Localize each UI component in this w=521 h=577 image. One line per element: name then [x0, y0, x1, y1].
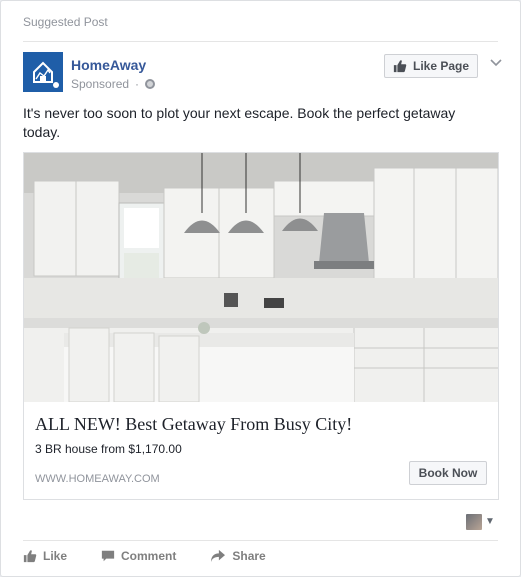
post-card: Suggested Post HomeAway Sponsored · Like…	[0, 0, 521, 577]
share-action[interactable]: Share	[210, 547, 266, 565]
ad-headline[interactable]: ALL NEW! Best Getaway From Busy City!	[35, 414, 352, 435]
like-action[interactable]: Like	[23, 547, 67, 565]
viewer-avatar-caret-icon[interactable]: ▼	[485, 516, 495, 527]
ad-kitchen-image[interactable]	[24, 153, 498, 402]
share-action-label: Share	[232, 549, 266, 563]
suggested-post-label: Suggested Post	[23, 15, 108, 29]
page-name-link[interactable]: HomeAway	[71, 57, 146, 73]
ad-attachment[interactable]: ALL NEW! Best Getaway From Busy City! 3 …	[23, 152, 499, 500]
viewer-avatar[interactable]	[466, 514, 482, 530]
page-avatar[interactable]	[23, 52, 63, 92]
globe-icon[interactable]	[145, 79, 156, 89]
share-icon	[211, 549, 226, 563]
sponsored-label[interactable]: Sponsored	[71, 77, 129, 91]
comment-icon	[101, 550, 115, 562]
sponsored-row: Sponsored ·	[71, 77, 156, 91]
ad-display-url[interactable]: WWW.HOMEAWAY.COM	[35, 473, 160, 485]
post-options-chevron-icon[interactable]	[489, 56, 503, 70]
ad-subtitle: 3 BR house from $1,170.00	[35, 442, 182, 456]
like-page-button[interactable]: Like Page	[384, 54, 478, 78]
comment-action-label: Comment	[121, 549, 177, 563]
privacy-separator: ·	[135, 77, 140, 91]
like-action-label: Like	[43, 549, 68, 563]
like-icon	[23, 550, 37, 563]
homeaway-logo-icon	[23, 52, 63, 92]
book-now-button[interactable]: Book Now	[409, 461, 487, 485]
top-divider	[23, 41, 498, 42]
actions-divider	[23, 540, 498, 541]
comment-action[interactable]: Comment	[101, 547, 176, 565]
thumbs-up-icon	[393, 60, 407, 73]
like-page-label: Like Page	[412, 59, 470, 73]
post-body-text: It's never too soon to plot your next es…	[23, 105, 456, 140]
post-actions-bar: Like Comment Share	[23, 547, 266, 565]
